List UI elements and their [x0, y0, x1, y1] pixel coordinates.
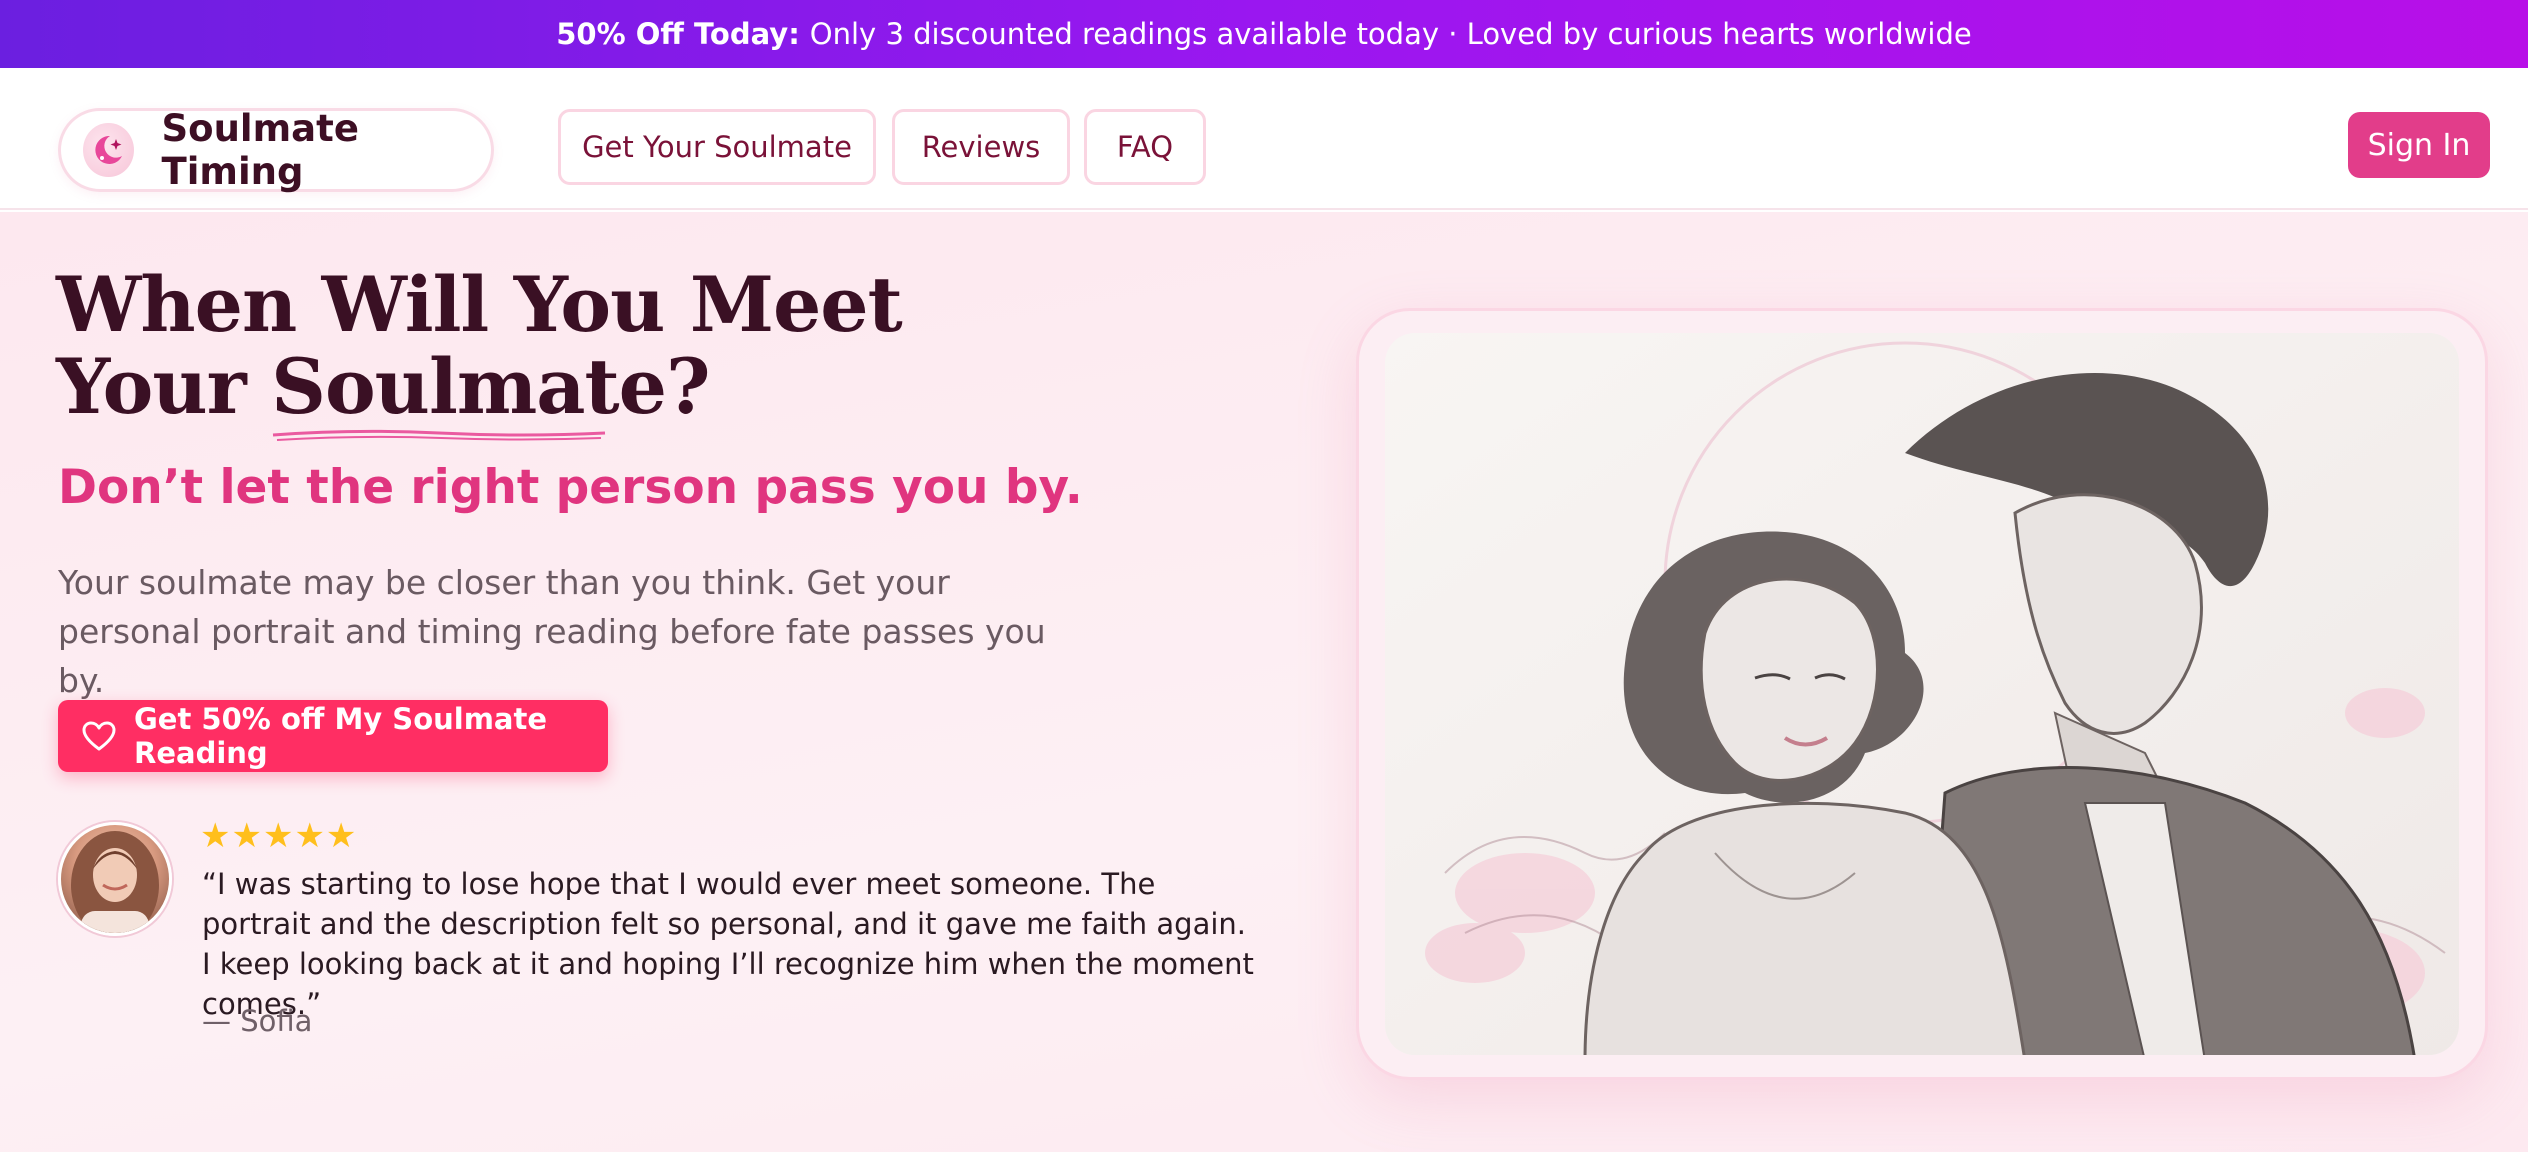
brand-home-link[interactable]: Soulmate Timing — [58, 107, 494, 193]
headline-highlight-word: Soulmate — [271, 342, 667, 431]
headline-line-2-suffix: ? — [665, 342, 711, 431]
testimonial-author: — Sofia — [202, 1004, 313, 1038]
headline-line-1: When Will You Meet — [56, 260, 903, 349]
hero-section: When Will You Meet Your Soulmate? Don’t … — [0, 212, 2528, 1152]
brand-name: Soulmate Timing — [161, 107, 359, 193]
cta-label: Get 50% off My Soulmate Reading — [134, 702, 548, 770]
hero-description: Your soulmate may be closer than you thi… — [58, 563, 1046, 700]
subheadline: Don’t let the right person pass you by. — [58, 460, 1083, 515]
get-reading-cta-button[interactable]: Get 50% off My Soulmate Reading — [58, 700, 608, 772]
squiggle-underline-icon — [273, 429, 606, 441]
sign-in-button[interactable]: Sign In — [2348, 112, 2490, 178]
promo-banner-bold: 50% Off Today: — [556, 17, 800, 51]
crescent-moon-sparkle-icon — [83, 123, 134, 177]
page-title: When Will You Meet Your Soulmate? — [56, 264, 903, 441]
rating-stars: ★★★★★ — [200, 816, 358, 856]
nav-faq[interactable]: FAQ — [1084, 109, 1206, 185]
nav-reviews[interactable]: Reviews — [892, 109, 1070, 185]
avatar — [58, 822, 172, 936]
couple-sketch-image — [1385, 333, 2459, 1055]
headline-line-2-prefix: Your — [56, 342, 272, 431]
testimonial-quote: “I was starting to lose hope that I woul… — [202, 867, 1254, 1021]
hero-image-card — [1356, 308, 2488, 1080]
site-header: Soulmate Timing Get Your Soulmate Review… — [0, 68, 2528, 210]
headline-highlight: Soulmate — [271, 342, 667, 441]
promo-banner: 50% Off Today: Only 3 discounted reading… — [0, 0, 2528, 68]
promo-banner-text: Only 3 discounted readings available tod… — [809, 17, 1972, 51]
heart-icon — [82, 721, 116, 751]
nav-get-your-soulmate[interactable]: Get Your Soulmate — [558, 109, 876, 185]
